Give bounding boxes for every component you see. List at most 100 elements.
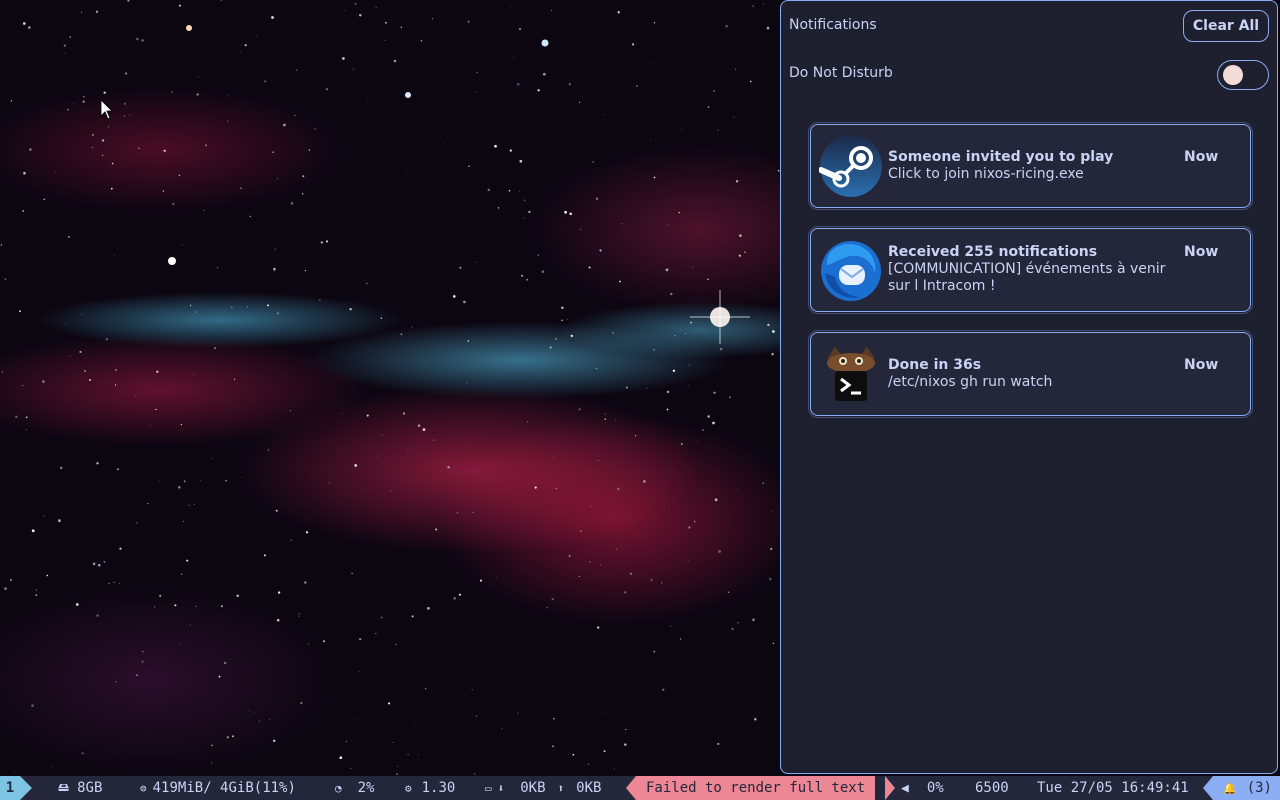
star (27, 26, 31, 29)
star (621, 223, 623, 225)
star (115, 681, 117, 683)
star (526, 278, 529, 281)
star (75, 603, 79, 606)
color-temperature-module[interactable]: 6500 (975, 776, 1009, 800)
star (188, 504, 190, 507)
star (91, 146, 94, 149)
star (497, 207, 500, 209)
memory-value: 419MiB/ 4GiB(11%) (152, 780, 296, 796)
star (79, 350, 82, 354)
star (95, 10, 99, 13)
notification-center-button[interactable]: 🔔 (3) (1213, 776, 1280, 800)
star (194, 311, 197, 313)
star (369, 349, 371, 351)
volume-value: 0% (926, 780, 944, 796)
star (294, 114, 296, 117)
notification-time: Now (1184, 357, 1219, 373)
do-not-disturb-toggle[interactable] (1217, 60, 1269, 90)
load-module[interactable]: ⚙ 1.30 (405, 776, 455, 800)
star (302, 175, 305, 178)
star (59, 466, 63, 470)
star (605, 713, 607, 714)
star (319, 299, 321, 301)
star (154, 606, 156, 608)
star (620, 570, 622, 572)
star (566, 318, 568, 320)
star (211, 744, 213, 747)
star (46, 574, 49, 577)
star (719, 401, 720, 403)
notification-card[interactable]: Received 255 notifications [COMMUNICATIO… (810, 228, 1251, 312)
star (82, 100, 85, 103)
toggle-knob (1223, 65, 1243, 85)
star (114, 254, 116, 256)
star (393, 59, 397, 63)
star (158, 480, 160, 482)
star (31, 704, 34, 707)
star (713, 391, 716, 394)
star (467, 340, 470, 342)
star (141, 660, 144, 663)
disk-module[interactable]: 🖴 8GB (58, 776, 102, 800)
star (587, 763, 590, 766)
star (263, 554, 266, 557)
workspace-button[interactable]: 1 (0, 776, 20, 800)
clear-all-button[interactable]: Clear All (1183, 10, 1269, 42)
star (254, 711, 255, 713)
star (357, 719, 358, 720)
star (136, 674, 138, 676)
star (55, 171, 56, 173)
memory-module[interactable]: ⊜ 419MiB/ 4GiB(11%) (140, 776, 296, 800)
star (366, 414, 369, 417)
star (155, 408, 157, 411)
star (241, 477, 242, 478)
star (65, 324, 67, 326)
star (588, 266, 591, 269)
volume-module[interactable]: ◀ 0% (901, 776, 944, 800)
star (688, 385, 690, 386)
star (320, 241, 323, 244)
star (113, 581, 115, 583)
notification-summary: Received 255 notifications (888, 244, 1098, 260)
network-module[interactable]: ▭ ⬇ 0KB ⬆ 0KB (485, 776, 601, 800)
star (427, 607, 430, 610)
notification-body: Click to join nixos-ricing.exe (888, 166, 1084, 182)
star (186, 559, 189, 562)
gear-icon: ⚙ (405, 781, 412, 795)
star (233, 378, 236, 380)
star (276, 618, 280, 622)
star (14, 771, 16, 772)
panel-title: Notifications (789, 17, 877, 33)
star (595, 367, 598, 370)
star (211, 762, 212, 764)
star (272, 739, 276, 743)
notification-card[interactable]: Done in 36s /etc/nixos gh run watch Now (810, 332, 1251, 416)
star (744, 251, 746, 253)
star (762, 482, 764, 484)
bell-icon: 🔔 (1223, 781, 1237, 795)
star (174, 604, 177, 607)
star (685, 333, 686, 334)
notification-card[interactable]: Someone invited you to play Click to joi… (810, 124, 1251, 208)
star (156, 370, 159, 373)
star (25, 416, 28, 419)
star (713, 89, 716, 93)
star (417, 424, 421, 427)
star (123, 115, 126, 117)
star (568, 83, 571, 86)
star (435, 528, 438, 531)
load-value: 1.30 (421, 780, 456, 796)
star (290, 201, 294, 205)
star (674, 334, 676, 337)
star (64, 52, 66, 54)
star (232, 735, 234, 738)
star (0, 244, 3, 246)
clock-module[interactable]: Tue 27/05 16:49:41 (1037, 776, 1189, 800)
star (770, 547, 773, 550)
cpu-module[interactable]: ◔ 2% (335, 776, 374, 800)
star (772, 330, 775, 333)
star (617, 487, 620, 491)
star (665, 268, 669, 272)
star (407, 449, 409, 451)
star (738, 254, 741, 257)
